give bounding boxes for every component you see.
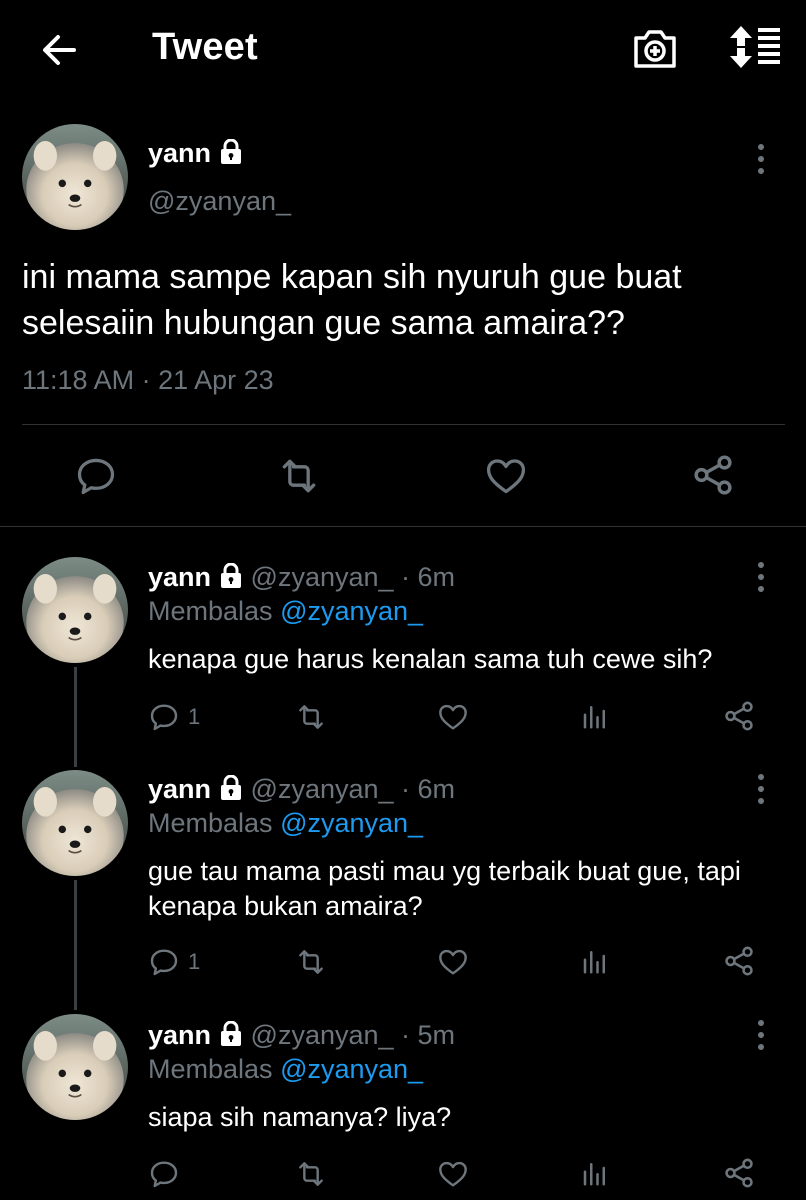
mention-link[interactable]: @zyanyan_ <box>280 1054 423 1084</box>
mention-link[interactable]: @zyanyan_ <box>280 596 423 626</box>
avatar[interactable] <box>22 557 128 663</box>
mention-link[interactable]: @zyanyan_ <box>280 808 423 838</box>
avatar[interactable] <box>22 770 128 876</box>
divider <box>22 424 785 425</box>
share-icon[interactable] <box>722 699 756 733</box>
more-icon[interactable] <box>757 773 765 805</box>
retweet-icon[interactable] <box>276 454 322 498</box>
avatar[interactable] <box>22 1014 128 1120</box>
back-arrow-icon[interactable] <box>38 29 80 71</box>
author-name[interactable]: yann <box>148 138 243 169</box>
replying-to: Membalas @zyanyan_ <box>148 596 424 626</box>
reply-text: gue tau mama pasti mau yg terbaik buat g… <box>148 856 741 921</box>
reply-icon[interactable] <box>74 454 118 498</box>
like-icon[interactable] <box>437 1158 469 1190</box>
author-handle[interactable]: @zyanyan_ <box>148 186 291 217</box>
more-icon[interactable] <box>757 143 765 175</box>
tweet-text: ini mama sampe kapan sih nyuruh gue buat… <box>22 258 682 342</box>
more-icon[interactable] <box>757 561 765 593</box>
retweet-icon[interactable] <box>295 946 327 978</box>
retweet-icon[interactable] <box>295 1158 327 1190</box>
analytics-icon[interactable] <box>580 701 610 731</box>
page-title: Tweet <box>152 26 258 68</box>
handle-time: @zyanyan_ · 5m <box>250 1020 456 1050</box>
tweet-timestamp: 11:18 AM · 21 Apr 23 <box>22 365 274 395</box>
lock-icon <box>219 139 243 165</box>
avatar[interactable] <box>22 124 128 230</box>
reply-count: 1 <box>188 704 201 729</box>
top-bar: Tweet <box>0 0 806 100</box>
lock-icon <box>219 563 243 589</box>
share-icon[interactable] <box>722 944 756 978</box>
thread-line <box>74 880 77 1010</box>
reply-icon[interactable] <box>148 946 180 978</box>
reply-header[interactable]: yann @zyanyan_ · 6m <box>148 562 455 593</box>
more-icon[interactable] <box>757 1019 765 1051</box>
lock-icon <box>219 775 243 801</box>
reply-header[interactable]: yann @zyanyan_ · 5m <box>148 1020 455 1051</box>
lock-icon <box>219 1021 243 1047</box>
replying-to: Membalas @zyanyan_ <box>148 1054 424 1084</box>
analytics-icon[interactable] <box>580 1158 610 1188</box>
analytics-icon[interactable] <box>580 946 610 976</box>
camera-plus-icon[interactable] <box>632 26 678 72</box>
share-icon[interactable] <box>690 452 736 498</box>
retweet-icon[interactable] <box>295 701 327 733</box>
share-icon[interactable] <box>722 1156 756 1190</box>
reply-icon[interactable] <box>148 1158 180 1190</box>
reply-header[interactable]: yann @zyanyan_ · 6m <box>148 774 455 805</box>
like-icon[interactable] <box>437 946 469 978</box>
like-icon[interactable] <box>437 701 469 733</box>
reply-icon[interactable] <box>148 701 180 733</box>
handle-time: @zyanyan_ · 6m <box>250 774 456 804</box>
replying-to: Membalas @zyanyan_ <box>148 808 424 838</box>
reply-text: kenapa gue harus kenalan sama tuh cewe s… <box>148 644 713 674</box>
reply-count: 1 <box>188 949 201 974</box>
reply-text: siapa sih namanya? liya? <box>148 1102 452 1132</box>
thread-line <box>74 667 77 767</box>
divider <box>0 526 806 527</box>
handle-time: @zyanyan_ · 6m <box>250 562 456 592</box>
like-icon[interactable] <box>484 454 528 498</box>
sort-icon[interactable] <box>728 24 782 72</box>
